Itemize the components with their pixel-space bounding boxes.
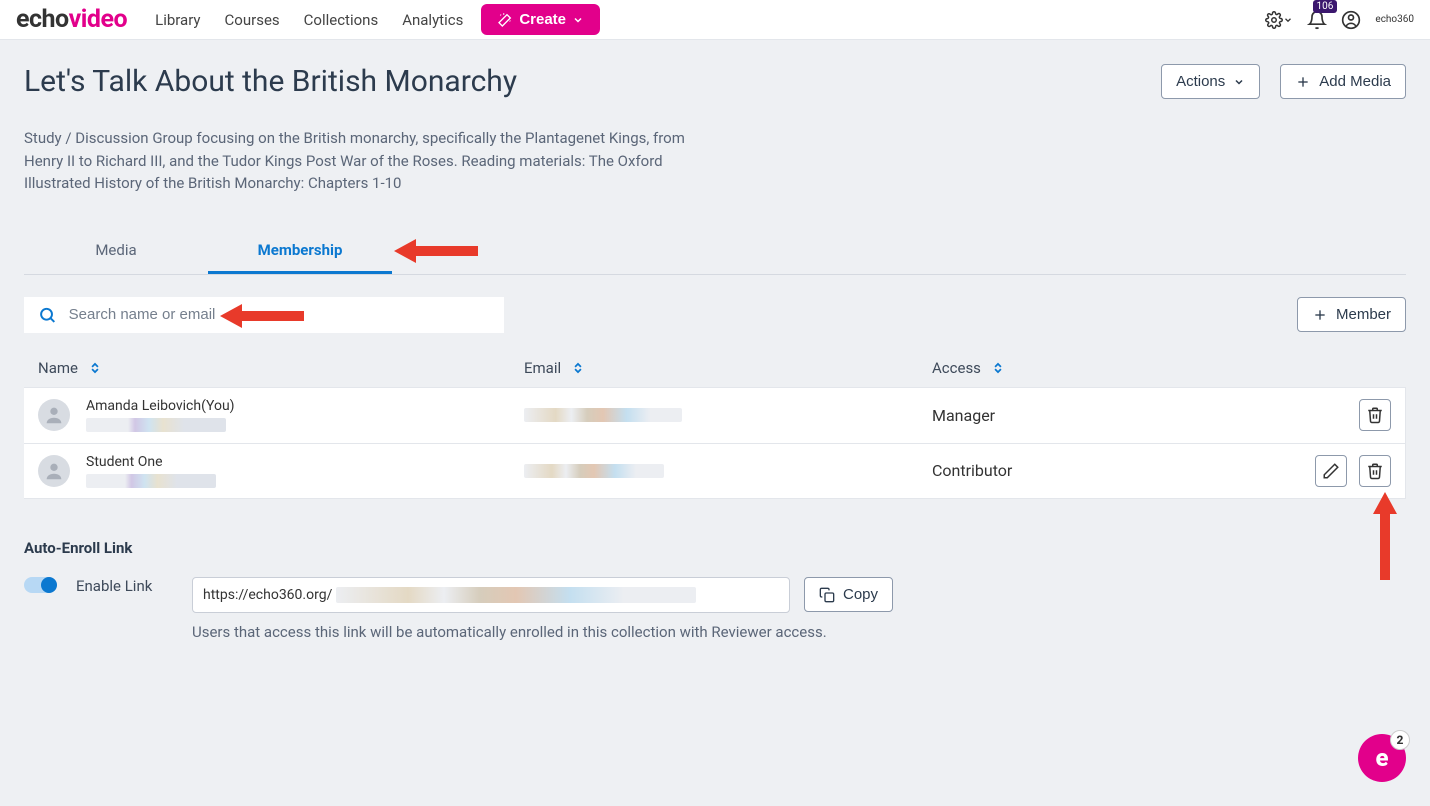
- nav-analytics[interactable]: Analytics: [402, 11, 463, 29]
- top-bar: echovideo Library Courses Collections An…: [0, 0, 1430, 40]
- notifications-button[interactable]: 106: [1307, 10, 1327, 30]
- member-access: Manager: [932, 406, 995, 425]
- top-right: 106 echo360: [1265, 10, 1414, 30]
- member-access: Contributor: [932, 461, 1012, 480]
- sort-icon: [88, 361, 102, 375]
- page-title: Let's Talk About the British Monarchy: [24, 64, 517, 99]
- actions-button[interactable]: Actions: [1161, 64, 1260, 99]
- annotation-arrow-search: [220, 302, 304, 330]
- bell-icon: [1307, 10, 1327, 30]
- tab-media[interactable]: Media: [24, 231, 208, 274]
- search-box[interactable]: [24, 297, 504, 333]
- pencil-icon: [1322, 462, 1340, 480]
- trash-icon: [1366, 406, 1384, 424]
- col-name-header[interactable]: Name: [38, 359, 524, 377]
- enroll-link-prefix: https://echo360.org/: [203, 587, 332, 603]
- member-name: Student One: [86, 454, 216, 470]
- delete-member-button[interactable]: [1359, 455, 1391, 487]
- redacted-email: [524, 408, 682, 422]
- chevron-down-icon: [1283, 15, 1293, 25]
- plus-icon: [1295, 74, 1311, 90]
- magic-wand-icon: [497, 12, 513, 28]
- delete-member-button[interactable]: [1359, 399, 1391, 431]
- gear-icon: [1265, 11, 1283, 29]
- brand-logo[interactable]: echovideo: [16, 5, 127, 34]
- redacted-text: [86, 418, 226, 432]
- copy-label: Copy: [843, 586, 878, 603]
- nav-courses[interactable]: Courses: [225, 11, 280, 29]
- nav-library[interactable]: Library: [155, 11, 200, 29]
- auto-enroll-row: Enable Link https://echo360.org/ Copy Us…: [24, 577, 1406, 641]
- table-header: Name Email Access: [24, 349, 1406, 387]
- copy-icon: [819, 587, 835, 603]
- top-nav: Library Courses Collections Analytics: [155, 11, 463, 29]
- copy-link-button[interactable]: Copy: [804, 577, 893, 612]
- create-label: Create: [519, 11, 566, 28]
- col-access-header[interactable]: Access: [932, 359, 1292, 377]
- enroll-link-input[interactable]: https://echo360.org/: [192, 577, 790, 613]
- brand-part1: echo: [16, 5, 69, 34]
- edit-member-button[interactable]: [1315, 455, 1347, 487]
- brand-part2: video: [69, 5, 127, 34]
- mini-logo: echo360: [1375, 14, 1414, 25]
- enroll-link-hint: Users that access this link will be auto…: [192, 623, 893, 641]
- member-name: Amanda Leibovich(You): [86, 398, 235, 414]
- table-row: Amanda Leibovich(You) Manager: [24, 387, 1406, 443]
- tab-membership[interactable]: Membership: [208, 231, 392, 274]
- chevron-down-icon: [572, 14, 584, 26]
- avatar: [38, 455, 70, 487]
- add-member-button[interactable]: Member: [1297, 297, 1406, 332]
- add-media-button[interactable]: Add Media: [1280, 64, 1406, 99]
- annotation-arrow-membership: [394, 237, 478, 265]
- avatar: [38, 399, 70, 431]
- member-button-label: Member: [1336, 306, 1391, 323]
- redacted-text: [86, 474, 216, 488]
- plus-icon: [1312, 307, 1328, 323]
- search-icon: [38, 305, 57, 325]
- fab-badge: 2: [1390, 730, 1410, 750]
- help-fab[interactable]: e 2: [1358, 734, 1406, 782]
- nav-collections[interactable]: Collections: [304, 11, 379, 29]
- account-button[interactable]: [1341, 10, 1361, 30]
- redacted-url: [336, 587, 696, 603]
- notification-badge: 106: [1313, 0, 1338, 13]
- sort-icon: [571, 361, 585, 375]
- actions-label: Actions: [1176, 73, 1225, 90]
- enable-link-toggle[interactable]: [24, 577, 56, 593]
- chevron-down-icon: [1233, 76, 1245, 88]
- auto-enroll-title: Auto-Enroll Link: [24, 539, 1406, 557]
- page-content: Let's Talk About the British Monarchy Ac…: [0, 40, 1430, 641]
- redacted-email: [524, 464, 664, 478]
- table-row: Student One Contributor: [24, 443, 1406, 499]
- user-circle-icon: [1341, 10, 1361, 30]
- collection-description: Study / Discussion Group focusing on the…: [24, 127, 714, 195]
- create-button[interactable]: Create: [481, 4, 600, 35]
- sort-icon: [991, 361, 1005, 375]
- membership-toolbar: Member: [24, 297, 1406, 333]
- enable-link-label: Enable Link: [76, 577, 172, 595]
- settings-button[interactable]: [1265, 11, 1293, 29]
- trash-icon: [1366, 462, 1384, 480]
- tabs: Media Membership: [24, 231, 1406, 275]
- annotation-arrow-delete: [1371, 492, 1399, 580]
- members-table: Name Email Access Amanda Leibovich(You) …: [24, 349, 1406, 499]
- fab-e-icon: e: [1375, 744, 1388, 772]
- col-email-header[interactable]: Email: [524, 359, 932, 377]
- add-media-label: Add Media: [1319, 73, 1391, 90]
